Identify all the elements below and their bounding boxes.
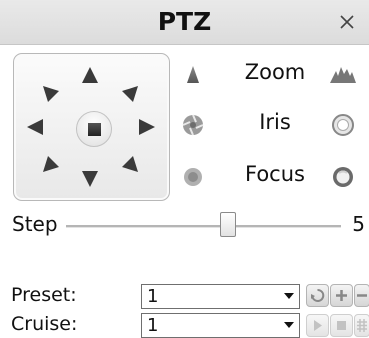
focus-row: Focus	[180, 156, 369, 196]
stop-icon	[337, 321, 346, 330]
call-preset-icon	[311, 289, 325, 302]
zoom-in-icon	[330, 67, 356, 83]
iris-open-icon	[332, 114, 354, 136]
zoom-row: Zoom	[180, 54, 369, 94]
focus-near-icon	[184, 168, 202, 186]
down-arrow-icon	[82, 171, 98, 187]
iris-row: Iris	[180, 104, 369, 144]
iris-label: Iris	[259, 110, 291, 134]
zoom-out-button[interactable]	[180, 62, 206, 88]
up-right-arrow-icon	[122, 86, 138, 102]
chevron-down-icon	[284, 293, 294, 299]
close-icon	[340, 15, 354, 29]
panel-title: PTZ	[157, 7, 212, 36]
pan-left-button[interactable]	[23, 114, 49, 140]
stop-button[interactable]	[76, 111, 112, 147]
focus-near-button[interactable]	[180, 164, 206, 190]
play-icon	[314, 320, 322, 331]
iris-close-button[interactable]	[180, 112, 206, 138]
step-slider-thumb[interactable]	[220, 212, 236, 237]
stop-icon	[88, 123, 101, 136]
step-slider-track[interactable]	[66, 225, 341, 228]
zoom-out-icon	[187, 66, 199, 83]
delete-preset-button[interactable]	[354, 284, 369, 307]
step-value: 5	[352, 212, 365, 236]
preset-label: Preset:	[11, 284, 77, 306]
focus-far-icon	[333, 167, 353, 187]
pan-down-left-button[interactable]	[38, 151, 64, 177]
preset-select-value: 1	[147, 286, 159, 307]
focus-label: Focus	[245, 162, 305, 186]
pan-down-right-button[interactable]	[117, 151, 143, 177]
stop-cruise-button[interactable]	[330, 314, 353, 337]
close-button[interactable]	[331, 6, 363, 38]
chevron-down-icon	[284, 322, 294, 328]
direction-pad	[13, 53, 170, 201]
tilt-down-button[interactable]	[77, 165, 103, 191]
zoom-in-button[interactable]	[328, 62, 358, 88]
down-right-arrow-icon	[122, 156, 138, 172]
grid-icon	[357, 319, 367, 332]
play-cruise-button[interactable]	[306, 314, 329, 337]
add-preset-button[interactable]	[330, 284, 353, 307]
preset-select[interactable]: 1	[141, 284, 300, 309]
iris-open-button[interactable]	[328, 112, 358, 138]
iris-close-icon	[182, 114, 204, 136]
pan-up-right-button[interactable]	[117, 81, 143, 107]
step-label: Step	[12, 212, 58, 236]
cruise-grid-button[interactable]	[354, 314, 369, 337]
add-preset-icon	[336, 290, 347, 301]
cruise-select-value: 1	[147, 315, 159, 336]
tilt-up-button[interactable]	[77, 63, 103, 89]
pan-up-left-button[interactable]	[38, 81, 64, 107]
delete-preset-icon	[357, 294, 367, 297]
cruise-select[interactable]: 1	[141, 313, 300, 338]
up-arrow-icon	[82, 67, 98, 83]
right-arrow-icon	[139, 119, 155, 135]
down-left-arrow-icon	[43, 156, 59, 172]
zoom-label: Zoom	[244, 60, 306, 84]
call-preset-button[interactable]	[306, 284, 329, 307]
focus-far-button[interactable]	[328, 164, 358, 190]
title-bar: PTZ	[0, 0, 369, 45]
left-arrow-icon	[27, 119, 43, 135]
up-left-arrow-icon	[43, 86, 59, 102]
cruise-label: Cruise:	[11, 313, 78, 335]
pan-right-button[interactable]	[133, 114, 159, 140]
